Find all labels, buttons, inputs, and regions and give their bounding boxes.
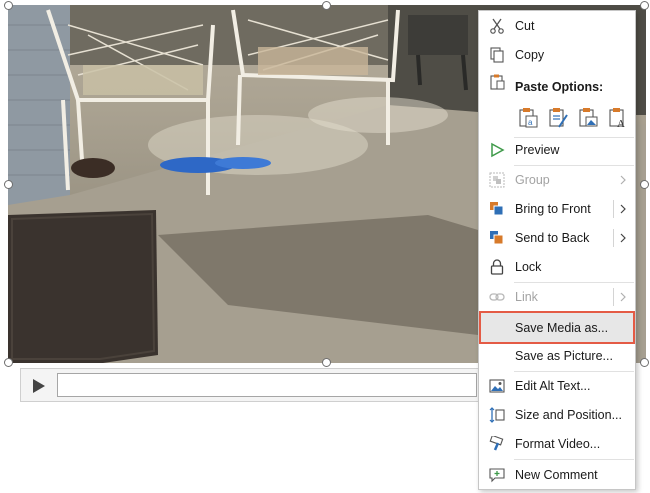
chevron-right-icon[interactable] [618, 230, 628, 246]
play-button[interactable] [27, 375, 49, 397]
menu-label-save-as-picture: Save as Picture... [515, 349, 613, 363]
paste-merge-format-button[interactable] [547, 107, 569, 129]
menu-label-cut: Cut [515, 19, 535, 33]
resize-handle-bottom-right[interactable] [640, 358, 649, 367]
menu-label-group: Group [515, 173, 550, 187]
menu-label-lock: Lock [515, 260, 542, 274]
menu-item-new-comment[interactable]: New Comment [480, 461, 634, 489]
paste-keep-source-icon: a [519, 108, 538, 128]
svg-text:a: a [528, 118, 533, 127]
progress-track[interactable] [57, 373, 477, 397]
send-to-back-icon [490, 231, 504, 245]
play-preview-icon [491, 142, 505, 158]
media-player-bar [20, 368, 480, 402]
alt-text-icon [489, 379, 505, 393]
menu-item-group[interactable]: Group [480, 166, 634, 194]
menu-label-format-video: Format Video... [515, 437, 601, 451]
bring-to-front-icon [490, 202, 504, 216]
paste-options-label: Paste Options: [515, 80, 604, 94]
lock-icon [490, 259, 504, 275]
clipboard-icon [490, 74, 505, 90]
menu-label-bring-to-front: Bring to Front [515, 202, 591, 216]
chevron-right-icon[interactable] [618, 201, 628, 217]
menu-label-save-media-as: Save Media as... [515, 321, 609, 335]
menu-label-copy: Copy [515, 48, 545, 62]
chevron-right-icon [620, 292, 626, 302]
paste-text-only-icon: A [609, 108, 625, 130]
paste-picture-icon [579, 108, 598, 127]
paste-picture-button[interactable] [577, 107, 599, 129]
menu-label-send-to-back: Send to Back [515, 231, 590, 245]
menu-label-new-comment: New Comment [515, 468, 598, 482]
menu-item-cut[interactable]: Cut [480, 12, 634, 40]
menu-item-edit-alt-text[interactable]: Edit Alt Text... [480, 372, 634, 400]
paste-text-only-button[interactable]: A [607, 107, 629, 130]
menu-label-preview: Preview [515, 143, 560, 157]
format-paint-icon [489, 436, 504, 451]
copy-icon [490, 47, 504, 63]
menu-label-link: Link [515, 290, 538, 304]
menu-item-link[interactable]: Link [480, 283, 634, 311]
menu-item-save-media-as[interactable]: Save Media as... [479, 311, 635, 344]
group-icon [489, 172, 505, 188]
menu-item-preview[interactable]: Preview [480, 136, 634, 164]
resize-handle-bottom-left[interactable] [4, 358, 13, 367]
scissors-icon [490, 18, 504, 34]
chevron-right-icon [620, 175, 626, 185]
menu-item-save-as-picture[interactable]: Save as Picture... [480, 342, 634, 370]
menu-item-lock[interactable]: Lock [480, 253, 634, 281]
menu-item-copy[interactable]: Copy [480, 41, 634, 69]
menu-item-bring-to-front[interactable]: Bring to Front [480, 195, 634, 223]
menu-item-size-and-position[interactable]: Size and Position... [480, 401, 634, 429]
resize-handle-bottom-middle[interactable] [322, 358, 331, 367]
menu-label-size-and-position: Size and Position... [515, 408, 623, 422]
resize-handle-top-left[interactable] [4, 1, 13, 10]
resize-handle-top-middle[interactable] [322, 1, 331, 10]
paste-merge-format-icon [549, 108, 568, 128]
svg-text:A: A [617, 118, 625, 129]
paste-keep-source-button[interactable]: a [517, 107, 539, 129]
play-icon [33, 379, 45, 393]
link-icon [489, 293, 505, 301]
resize-handle-middle-right[interactable] [640, 180, 649, 189]
comment-icon [489, 468, 505, 483]
resize-handle-top-right[interactable] [640, 1, 649, 10]
size-position-icon [489, 407, 505, 423]
context-menu: Cut Copy Paste Options: a A Preview Grou… [478, 10, 636, 490]
resize-handle-middle-left[interactable] [4, 180, 13, 189]
menu-label-edit-alt-text: Edit Alt Text... [515, 379, 591, 393]
menu-item-send-to-back[interactable]: Send to Back [480, 224, 634, 252]
menu-item-format-video[interactable]: Format Video... [480, 430, 634, 458]
